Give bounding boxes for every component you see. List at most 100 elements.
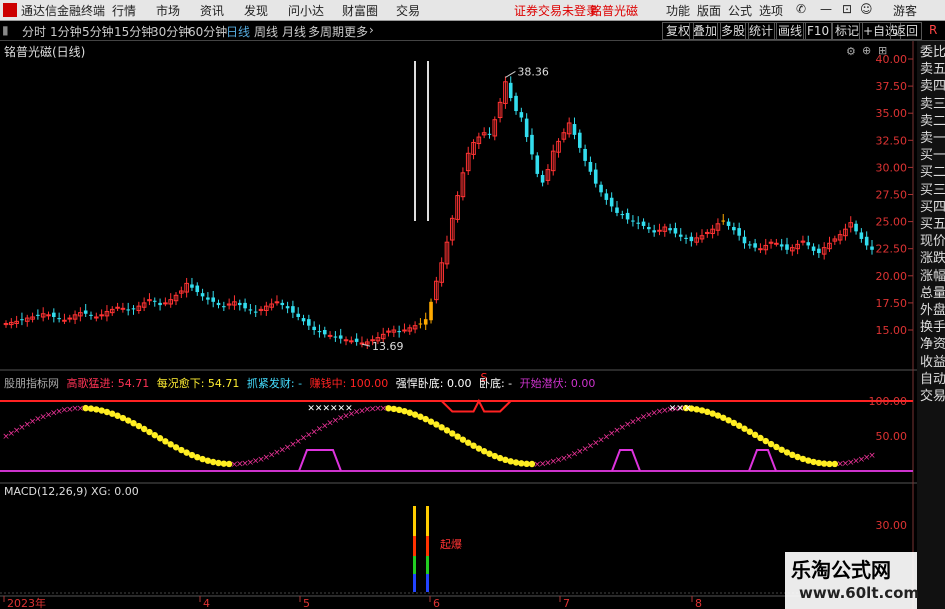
candle-body <box>200 293 205 297</box>
macd-y-label: 30.00 <box>876 519 908 532</box>
candle-body <box>519 112 524 118</box>
period-monthly[interactable]: 月线 <box>282 23 306 40</box>
r-marker-icon[interactable]: R <box>929 23 937 37</box>
sidebar-item[interactable]: 卖三 <box>920 97 945 113</box>
sidebar-item[interactable]: 涨幅 <box>920 269 945 285</box>
panel-toggle-icon[interactable]: ▮ <box>2 23 9 37</box>
user-label[interactable]: 游客 <box>893 2 917 19</box>
indicator-name[interactable]: 股朋指标网 <box>4 377 59 390</box>
menu-options[interactable]: 选项 <box>759 2 783 19</box>
menu-quotes[interactable]: 行情 <box>112 2 136 19</box>
ind-y-label: 50.00 <box>876 430 908 443</box>
x-tick-label: 2023年 <box>7 596 46 609</box>
menu-trade[interactable]: 交易 <box>396 2 420 19</box>
sidebar-item[interactable]: 卖一 <box>920 131 945 147</box>
user-icon[interactable]: ☺ <box>860 2 873 16</box>
sidebar-item[interactable]: 交易 <box>920 389 945 405</box>
app-title: 通达信金融终端 <box>21 4 106 18</box>
sidebar-item[interactable]: 净资 <box>920 337 945 353</box>
sidebar-item[interactable]: 卖四 <box>920 79 945 95</box>
candle-body <box>487 133 492 135</box>
ind-dot-down <box>395 406 403 414</box>
x-tick-label: 8 <box>695 597 702 609</box>
candle-body <box>343 339 349 342</box>
zoom-icon[interactable]: ⊕ <box>862 44 871 57</box>
period-daily[interactable]: 日线 <box>226 23 250 40</box>
menu-formula[interactable]: 公式 <box>728 2 752 19</box>
sidebar-item[interactable]: 总量 <box>920 286 945 302</box>
y-tick-label: 30.00 <box>876 161 908 174</box>
candle-body <box>673 228 678 234</box>
candle-body <box>322 330 327 335</box>
macd-title[interactable]: MACD(12,26,9) XG: 0.00 <box>4 485 139 498</box>
sidebar-item[interactable]: 买一 <box>920 148 945 164</box>
main-chart-title: 铭普光磁(日线) <box>4 45 86 59</box>
candle-body <box>732 227 736 231</box>
period-timeshare[interactable]: 分时 <box>22 23 46 40</box>
menu-ask[interactable]: 问小达 <box>288 2 324 19</box>
sidebar-item[interactable]: 现价 <box>920 234 945 250</box>
sidebar-item[interactable]: 卖二 <box>920 114 945 130</box>
btn-back[interactable]: 返回 <box>890 22 923 40</box>
candle-body <box>152 300 157 302</box>
menu-layout[interactable]: 版面 <box>697 2 721 19</box>
period-more[interactable]: 更多 <box>344 23 368 40</box>
x-tick-label: 7 <box>563 597 570 609</box>
candle-body <box>647 227 651 230</box>
sidebar-item[interactable]: 自动 <box>920 372 945 388</box>
login-notice[interactable]: 证券交易未登录 <box>514 2 598 19</box>
sidebar-item[interactable]: 买四 <box>920 200 945 216</box>
macd-bar-yellow <box>426 506 429 536</box>
period-weekly[interactable]: 周线 <box>254 23 278 40</box>
period-60min[interactable]: 60分钟 <box>188 23 227 40</box>
menu-news[interactable]: 资讯 <box>200 2 224 19</box>
sidebar-item[interactable]: 买二 <box>920 165 945 181</box>
chart-canvas[interactable]: 40.0037.5035.0032.5030.0027.5025.0022.50… <box>0 41 917 609</box>
period-30min[interactable]: 30分钟 <box>151 23 190 40</box>
period-toolbar: ▮ 分时 1分钟 5分钟 15分钟 30分钟 60分钟 日线 周线 月线 多周期… <box>0 21 945 41</box>
sidebar-item[interactable]: 卖五 <box>920 62 945 78</box>
ind-dot-down <box>693 406 700 413</box>
macd-bar-blue <box>413 574 416 592</box>
candle-body <box>684 237 688 239</box>
menu-market[interactable]: 市场 <box>156 2 180 19</box>
sidebar-item[interactable]: 收益 <box>920 355 945 371</box>
candle-body <box>811 246 816 251</box>
candle-body <box>508 82 513 99</box>
expand-icon[interactable]: ⊞ <box>878 44 887 57</box>
candle-body <box>870 246 874 250</box>
candle-body <box>67 317 73 320</box>
btn-statistics[interactable]: 统计 <box>745 22 778 40</box>
phone-icon[interactable]: ✆ <box>796 2 806 16</box>
candle-body <box>620 214 625 216</box>
sidebar-item[interactable]: 换手 <box>920 320 945 336</box>
chevron-right-icon[interactable]: › <box>369 23 374 37</box>
y-tick-label: 25.00 <box>876 216 908 229</box>
period-5min[interactable]: 5分钟 <box>82 23 114 40</box>
period-15min[interactable]: 15分钟 <box>114 23 153 40</box>
sidebar-item[interactable]: 委比 <box>920 45 945 61</box>
candle-body <box>237 302 242 306</box>
menu-wealth[interactable]: 财富圈 <box>342 2 378 19</box>
sidebar-item[interactable]: 买五 <box>920 217 945 233</box>
sidebar-item[interactable]: 涨跌 <box>920 251 945 267</box>
menu-function[interactable]: 功能 <box>666 2 690 19</box>
candle-body <box>354 338 359 342</box>
settings-gear-icon[interactable]: ⚙ <box>846 45 856 58</box>
indicator-item: 每况愈下: 54.71 <box>153 377 240 390</box>
candle-body <box>62 319 67 322</box>
minimize-icon[interactable]: — <box>820 2 832 16</box>
sidebar-item[interactable]: 外盘 <box>920 303 945 319</box>
period-multi[interactable]: 多周期 <box>308 23 344 40</box>
candle-body <box>593 169 598 184</box>
btn-draw[interactable]: 画线 <box>774 22 807 40</box>
candle-body <box>131 308 136 310</box>
sidebar-item[interactable]: 买三 <box>920 183 945 199</box>
lock-icon[interactable]: ⊡ <box>842 2 852 16</box>
period-1min[interactable]: 1分钟 <box>50 23 82 40</box>
candle-body <box>641 221 646 226</box>
candle-body <box>652 230 656 233</box>
candle-body <box>524 118 529 138</box>
menu-discover[interactable]: 发现 <box>244 2 268 19</box>
btn-f10[interactable]: F10 <box>803 22 834 40</box>
